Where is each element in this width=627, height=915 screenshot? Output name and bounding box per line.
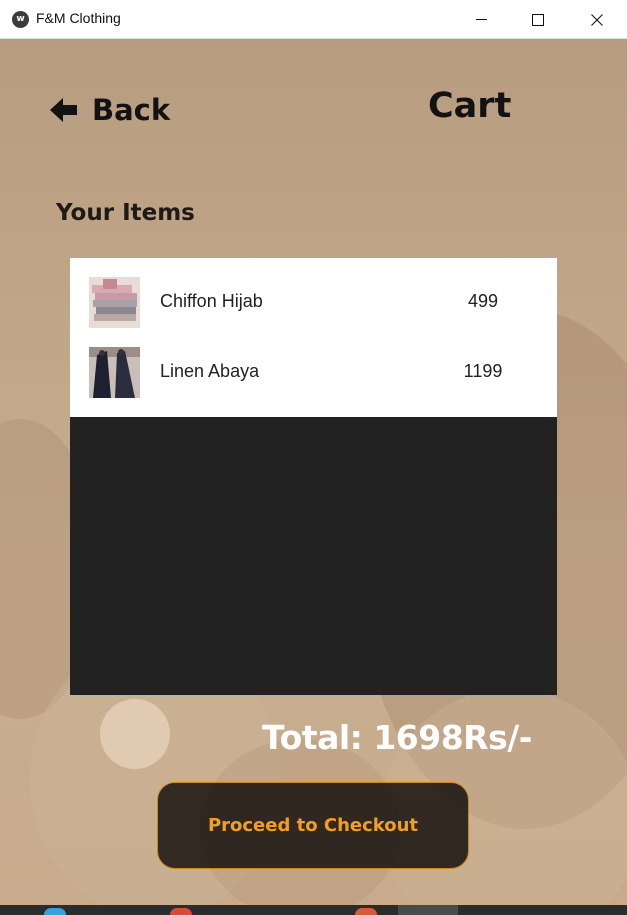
maximize-button[interactable] [509,0,567,39]
app-logo-icon: w [12,11,29,28]
item-price: 1199 [463,361,503,381]
cart-total: Total: 1698Rs/- [262,718,533,757]
minimize-icon [475,19,487,20]
your-items-heading: Your Items [56,200,195,226]
cart-items-panel: Chiffon Hijab 499 Linen Abaya 1199 [70,258,557,695]
taskbar-app-icon [44,908,66,915]
list-bottom-padding [70,398,557,417]
minimize-button[interactable] [452,0,510,39]
item-name: Linen Abaya [160,361,260,381]
taskbar-app-icon [170,908,192,915]
back-button[interactable]: Back [50,88,170,132]
back-label: Back [92,93,171,127]
hijab-thumbnail [89,277,140,328]
window-title-bar: w F&M Clothing [0,0,627,39]
taskbar-active-app [398,905,458,915]
taskbar-strip [0,905,627,915]
proceed-to-checkout-button[interactable]: Proceed to Checkout [157,782,469,869]
taskbar-app-icon [355,908,377,915]
arrow-left-icon [50,98,77,122]
item-name: Chiffon Hijab [160,291,263,311]
close-icon [591,13,603,26]
cart-item-row[interactable]: Chiffon Hijab 499 [70,258,557,328]
maximize-icon [532,13,544,26]
cart-item-row[interactable]: Linen Abaya 1199 [70,328,557,398]
close-button[interactable] [568,0,626,39]
abaya-thumbnail [89,347,140,398]
checkout-button-label: Proceed to Checkout [207,815,419,836]
cart-items-list: Chiffon Hijab 499 Linen Abaya 1199 [70,258,557,417]
window-title: F&M Clothing [36,10,121,26]
item-price: 499 [467,291,499,311]
page-title: Cart [428,86,512,126]
